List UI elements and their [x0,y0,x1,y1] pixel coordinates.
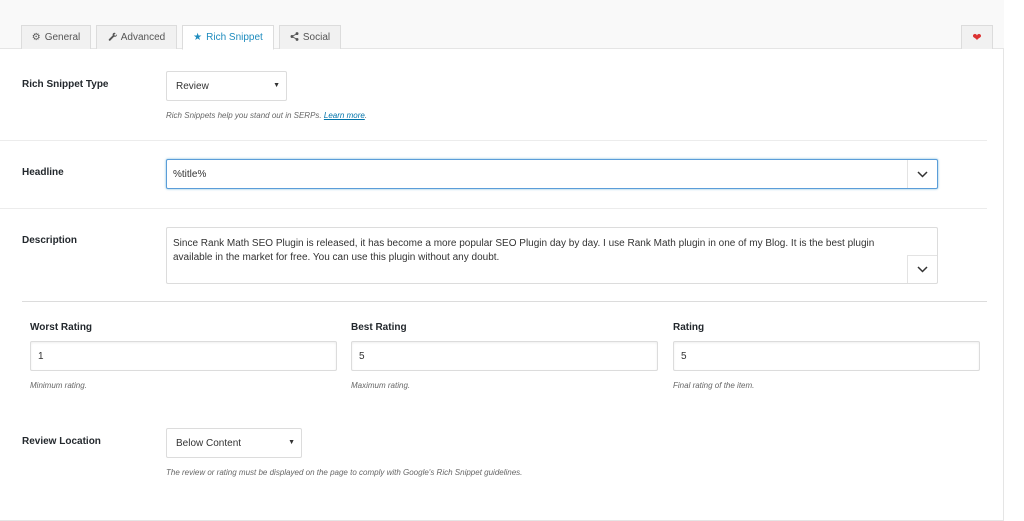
rating-input[interactable]: 5 [673,341,980,371]
heart-button[interactable]: ❤ [961,25,993,49]
headline-label: Headline [22,167,64,178]
headline-field[interactable]: %title% [166,159,938,189]
tab-social-label: Social [302,32,331,43]
snippet-type-hint-text: Rich Snippets help you stand out in SERP… [166,111,322,120]
worst-rating-input[interactable]: 1 [30,341,337,371]
rating-label: Rating [673,322,705,333]
worst-rating-label: Worst Rating [30,322,93,333]
description-dropdown-toggle[interactable] [907,255,937,283]
snippet-type-hint: Rich Snippets help you stand out in SERP… [166,111,368,120]
snippet-type-value: Review [176,80,209,92]
share-icon [290,31,299,44]
review-location-label: Review Location [22,436,101,447]
section-divider [0,208,987,209]
headline-dropdown-toggle[interactable] [907,160,937,188]
review-location-select[interactable]: Below Content ▼ [166,428,302,458]
best-rating-hint: Maximum rating. [351,381,411,390]
rating-hint: Final rating of the item. [673,381,755,390]
section-divider [22,301,987,302]
description-label: Description [22,235,78,246]
chevron-down-icon: ▼ [288,439,295,446]
tab-general[interactable]: ⚙ General [21,25,91,49]
chevron-down-icon [917,170,928,178]
description-field[interactable]: Since Rank Math SEO Plugin is released, … [166,227,938,284]
best-rating-label: Best Rating [351,322,407,333]
heart-icon: ❤ [972,32,982,44]
headline-value: %title% [173,169,207,180]
chevron-down-icon [917,266,928,273]
tab-social[interactable]: Social [279,25,341,49]
tab-advanced-label: Advanced [120,32,166,43]
wrench-icon [108,32,117,44]
tab-advanced[interactable]: Advanced [96,25,177,49]
best-rating-input[interactable]: 5 [351,341,658,371]
star-icon: ★ [193,31,203,43]
worst-rating-value: 1 [38,350,44,362]
learn-more-link[interactable]: Learn more [324,111,365,120]
tab-bar: ⚙ General Advanced ★ Rich Snippet Social… [0,0,1004,50]
review-location-hint: The review or rating must be displayed o… [166,468,523,477]
description-value: Since Rank Math SEO Plugin is released, … [173,238,875,263]
tab-general-label: General [44,32,81,43]
metabox-panel: ⚙ General Advanced ★ Rich Snippet Social… [0,0,1004,521]
snippet-type-select[interactable]: Review ▼ [166,71,287,101]
worst-rating-hint: Minimum rating. [30,381,87,390]
rating-value: 5 [681,350,687,362]
tab-rich-snippet-label: Rich Snippet [206,32,263,43]
tab-rich-snippet[interactable]: ★ Rich Snippet [182,25,274,50]
chevron-down-icon: ▼ [273,82,280,89]
review-location-value: Below Content [176,437,242,449]
gear-icon: ⚙ [31,31,41,43]
best-rating-value: 5 [359,350,365,362]
snippet-type-label: Rich Snippet Type [22,79,109,90]
section-divider [0,140,987,141]
